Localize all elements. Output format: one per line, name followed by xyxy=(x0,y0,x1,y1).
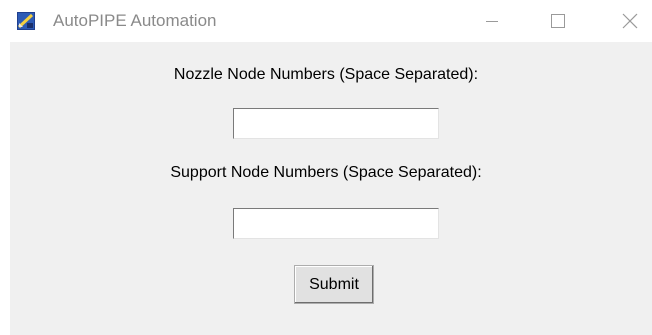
support-node-numbers-input[interactable] xyxy=(233,208,439,239)
nozzle-node-numbers-label: Nozzle Node Numbers (Space Separated): xyxy=(173,66,479,83)
title-bar[interactable]: AutoPIPE Automation xyxy=(0,0,652,42)
maximize-button[interactable] xyxy=(535,0,581,42)
nozzle-node-numbers-input[interactable] xyxy=(233,108,439,139)
submit-button[interactable]: Submit xyxy=(294,265,374,304)
window-title: AutoPIPE Automation xyxy=(53,11,217,30)
app-window: AutoPIPE Automation Nozzle Node Numbers … xyxy=(0,0,652,335)
support-node-numbers-label: Support Node Numbers (Space Separated): xyxy=(170,164,482,181)
minimize-button[interactable] xyxy=(469,0,515,42)
autopipe-app-icon xyxy=(17,12,35,30)
close-button[interactable] xyxy=(606,0,652,42)
